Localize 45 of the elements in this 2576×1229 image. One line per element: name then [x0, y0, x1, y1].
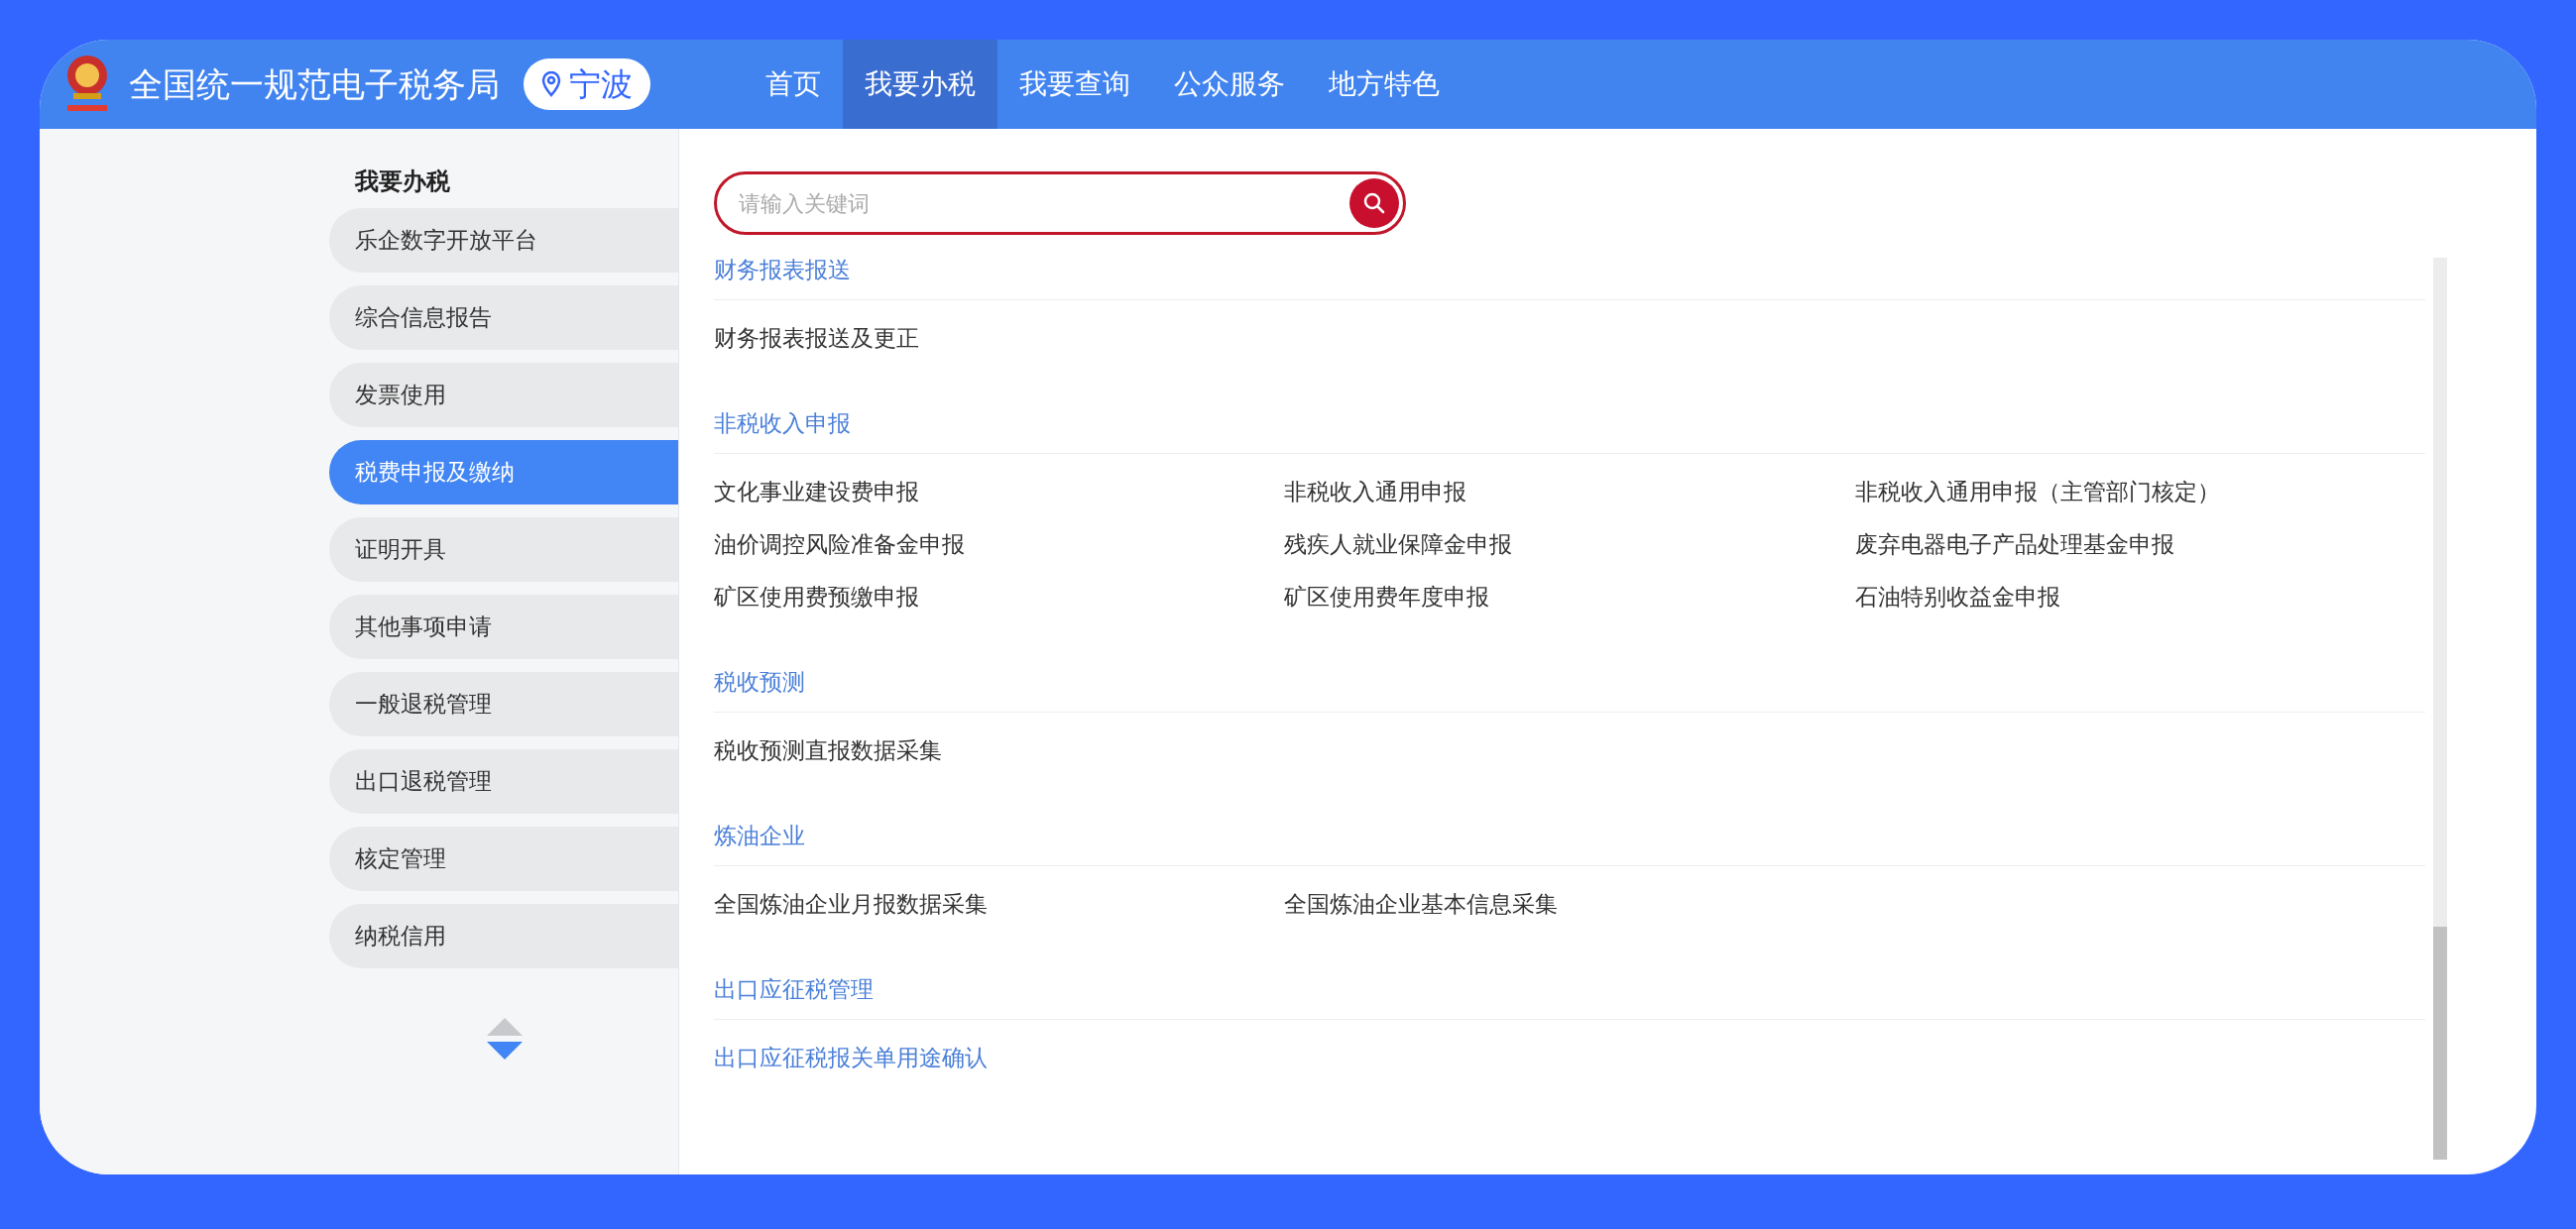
- service-link[interactable]: 矿区使用费预缴申报: [714, 580, 919, 614]
- sidebar-item[interactable]: 出口退税管理: [329, 749, 678, 814]
- sidebar-item[interactable]: 纳税信用: [329, 904, 678, 968]
- service-link[interactable]: 矿区使用费年度申报: [1284, 580, 1490, 614]
- service-link[interactable]: 油价调控风险准备金申报: [714, 527, 965, 562]
- service-link[interactable]: 税收预测直报数据采集: [714, 733, 942, 768]
- section-title: 税收预测: [714, 668, 805, 698]
- section-title: 非税收入申报: [714, 409, 851, 439]
- sidebar-item[interactable]: 证明开具: [329, 517, 678, 582]
- nav-tab[interactable]: 我要查询: [997, 40, 1152, 129]
- service-link[interactable]: 财务报表报送及更正: [714, 321, 919, 356]
- service-link[interactable]: 非税收入通用申报: [1284, 475, 1467, 509]
- scroll-down-icon[interactable]: [486, 1042, 523, 1060]
- site-title: 全国统一规范电子税务局: [129, 62, 500, 106]
- sidebar-item[interactable]: 核定管理: [329, 827, 678, 891]
- nav-tab[interactable]: 首页: [744, 40, 843, 129]
- search-field[interactable]: 请输入关键词: [714, 171, 1406, 235]
- location-pin-icon: [541, 71, 561, 97]
- service-link[interactable]: 石油特别收益金申报: [1854, 580, 2060, 614]
- service-link[interactable]: 非税收入通用申报（主管部门核定）: [1854, 475, 2220, 509]
- service-link[interactable]: 出口应征税报关单用途确认: [714, 1041, 988, 1075]
- section-title: 炼油企业: [714, 822, 805, 851]
- service-link[interactable]: 文化事业建设费申报: [714, 475, 919, 509]
- location-label: 宁波: [569, 64, 633, 105]
- scrollbar-thumb[interactable]: [2433, 927, 2447, 1160]
- search-button[interactable]: [1349, 178, 1399, 228]
- sidebar-item[interactable]: 其他事项申请: [329, 595, 678, 659]
- search-input[interactable]: 请输入关键词: [739, 186, 1349, 220]
- sidebar-item[interactable]: 综合信息报告: [329, 285, 678, 350]
- search-icon: [1362, 191, 1386, 215]
- section-title: 财务报表报送: [714, 256, 851, 285]
- sidebar-item[interactable]: 乐企数字开放平台: [329, 208, 678, 273]
- service-link[interactable]: 废弃电器电子产品处理基金申报: [1854, 527, 2174, 562]
- sidebar-item[interactable]: 发票使用: [329, 363, 678, 427]
- service-link[interactable]: 全国炼油企业基本信息采集: [1284, 887, 1559, 922]
- sidebar-heading: 我要办税: [354, 167, 451, 197]
- sidebar-item[interactable]: 税费申报及缴纳: [329, 440, 678, 504]
- service-link[interactable]: 残疾人就业保障金申报: [1284, 527, 1513, 562]
- sidebar-item[interactable]: 一般退税管理: [329, 672, 678, 736]
- section-title: 出口应征税管理: [714, 975, 874, 1005]
- nav-tab[interactable]: 我要办税: [843, 40, 997, 129]
- nav-tab[interactable]: 地方特色: [1307, 40, 1462, 129]
- nav-tab[interactable]: 公众服务: [1152, 40, 1307, 129]
- location-selector[interactable]: 宁波: [524, 58, 650, 110]
- service-link[interactable]: 全国炼油企业月报数据采集: [714, 887, 988, 922]
